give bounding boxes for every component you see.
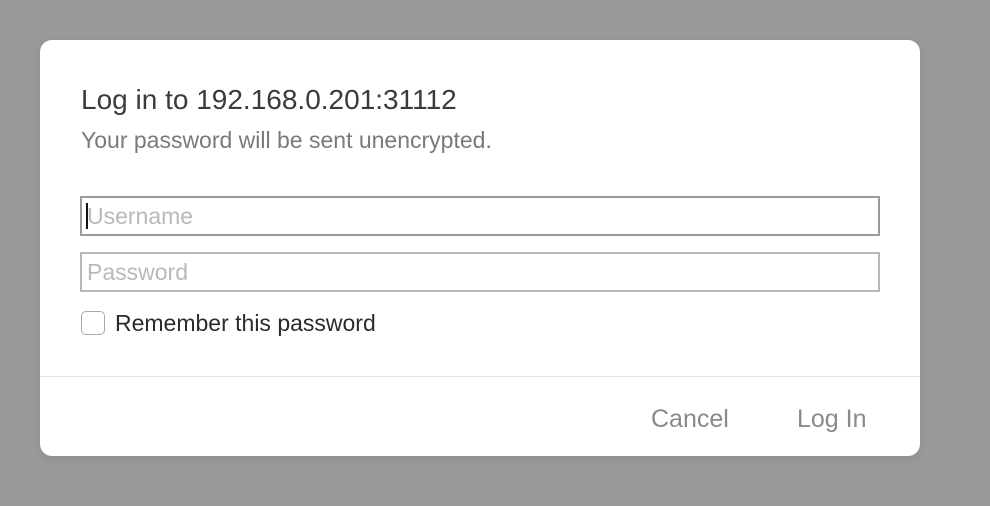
- dialog-subtitle: Your password will be sent unencrypted.: [81, 127, 492, 153]
- remember-label: Remember this password: [115, 309, 376, 336]
- modal-backdrop: Log in to 192.168.0.201:31112 Your passw…: [0, 0, 990, 506]
- remember-checkbox[interactable]: [81, 311, 105, 335]
- footer-divider: [40, 376, 920, 377]
- login-dialog: Log in to 192.168.0.201:31112 Your passw…: [40, 40, 920, 456]
- password-input[interactable]: [80, 252, 880, 292]
- cancel-button[interactable]: Cancel: [651, 400, 729, 438]
- username-input[interactable]: [80, 196, 880, 236]
- text-caret: [86, 203, 88, 229]
- log-in-button[interactable]: Log In: [797, 400, 867, 438]
- dialog-title: Log in to 192.168.0.201:31112: [81, 84, 457, 115]
- remember-password-option[interactable]: Remember this password: [81, 308, 376, 338]
